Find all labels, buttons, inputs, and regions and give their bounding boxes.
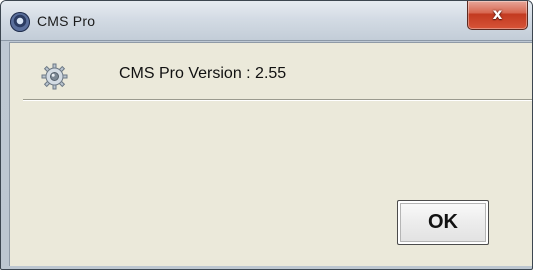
title-bar[interactable]: CMS Pro x — [1, 1, 532, 41]
dialog-body: CMS Pro Version : 2.55 OK — [9, 42, 532, 266]
version-label: CMS Pro Version : 2.55 — [119, 65, 287, 82]
divider — [23, 99, 532, 101]
close-icon: x — [492, 5, 503, 23]
app-gear-icon — [10, 12, 30, 32]
ok-button[interactable]: OK — [397, 200, 489, 245]
close-button[interactable]: x — [467, 1, 528, 30]
dialog-window: CMS Pro x CMS Pro Version : 2.55 OK — [0, 0, 533, 270]
window-title: CMS Pro — [37, 13, 96, 29]
gear-icon — [41, 63, 68, 90]
